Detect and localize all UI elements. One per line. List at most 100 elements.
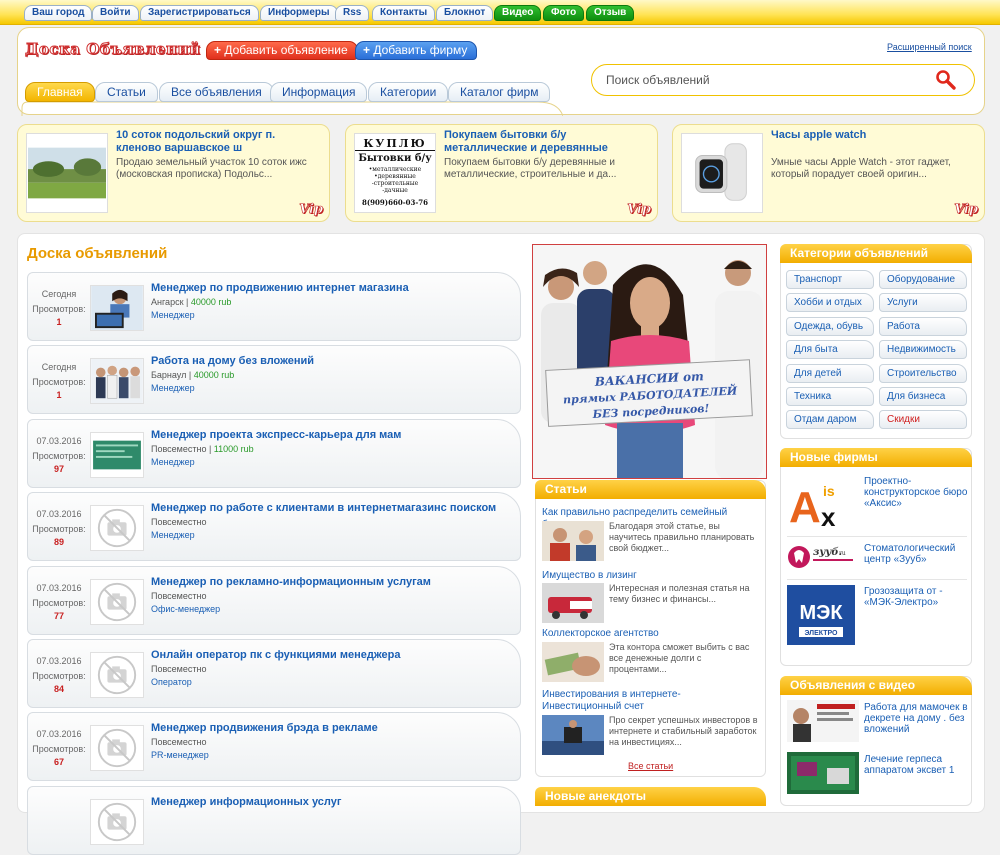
top-link-rss[interactable]: Rss <box>335 5 370 21</box>
mek-logo[interactable]: МЭК ЭЛЕКТРО <box>787 585 855 645</box>
article-collector-image <box>542 642 604 682</box>
top-link-reviews[interactable]: Отзыв <box>586 5 635 21</box>
listing-image[interactable] <box>90 432 144 478</box>
vip-card[interactable]: Часы apple watch Умные часы Apple Watch … <box>672 124 985 222</box>
listing-category[interactable]: Менеджер <box>151 310 195 320</box>
listing-item[interactable]: 07.03.2016 Просмотров: 97 Менеджер проекта … <box>27 419 521 488</box>
listing-item[interactable]: Сегодня Просмотров: 1 Менеджер по продвижен… <box>27 272 521 341</box>
video-thumbnail[interactable] <box>787 700 859 742</box>
views-count: 77 <box>53 611 64 621</box>
listing-title[interactable]: Менеджер по продвижению интернет магазин… <box>151 282 409 294</box>
top-link-city[interactable]: Ваш город <box>24 5 93 21</box>
video-ad-link[interactable]: Лечение герпеса аппаратом эксвет 1 <box>864 754 968 776</box>
category-item[interactable]: Транспорт <box>786 270 874 289</box>
category-item[interactable]: Для быта <box>786 340 874 360</box>
listing-item[interactable]: 07.03.2016 Просмотров: 89 Менеджер по работ… <box>27 492 521 561</box>
svg-text:A: A <box>789 483 821 530</box>
category-item[interactable]: Скидки <box>879 410 967 430</box>
article-link[interactable]: Инвестирования в интернете- Инвестиционн… <box>542 689 762 713</box>
no-photo-icon[interactable] <box>90 579 144 625</box>
views-count: 1 <box>56 317 62 327</box>
listing-item[interactable]: 07.03.2016 Просмотров: 84 Онлайн оператор п… <box>27 639 521 708</box>
no-photo-icon[interactable] <box>90 799 144 845</box>
tab-all-ads[interactable]: Все объявления <box>159 82 274 102</box>
sign-item: •деревянные <box>374 173 416 180</box>
vip-title[interactable]: Часы apple watch <box>771 129 976 142</box>
listing-title[interactable]: Менеджер продвижения брэда в рекламе <box>151 722 378 734</box>
no-photo-icon[interactable] <box>90 505 144 551</box>
firm-separator <box>787 536 967 537</box>
listing-category[interactable]: Менеджер <box>151 457 195 467</box>
listing-title[interactable]: Менеджер по работе с клиентами в интерне… <box>151 502 496 514</box>
listing-title[interactable]: Менеджер информационных услуг <box>151 796 341 808</box>
category-item[interactable]: Для детей <box>786 363 874 383</box>
listing-meta: Повсеместно | 11000 rub <box>151 444 254 454</box>
listing-item[interactable]: 07.03.2016 Просмотров: 77 Менеджер по рекла… <box>27 566 521 635</box>
firm-link[interactable]: Проектно-конструкторское бюро «Аксис» <box>864 476 968 509</box>
listing-category[interactable]: Менеджер <box>151 530 195 540</box>
search-input[interactable] <box>604 70 924 90</box>
firm-separator <box>787 579 967 580</box>
article-description: Эта контора сможет выбить с вас все дене… <box>609 642 750 674</box>
video-thumbnail[interactable] <box>787 752 859 794</box>
category-item[interactable]: Строительство <box>879 363 967 383</box>
add-ad-button[interactable]: + Добавить объявление <box>206 41 358 60</box>
category-item[interactable]: Услуги <box>879 293 967 313</box>
top-link-notepad[interactable]: Блокнот <box>436 5 494 21</box>
add-firm-button[interactable]: + Добавить фирму <box>355 41 478 60</box>
listing-title[interactable]: Работа на дому без вложений <box>151 355 314 367</box>
article-link[interactable]: Имущество в лизинг <box>542 570 762 582</box>
tab-home[interactable]: Главная <box>25 82 95 102</box>
firm-link[interactable]: Стоматологический центр «Зууб» <box>864 543 968 565</box>
top-link-informers[interactable]: Информеры <box>260 5 338 21</box>
search-icon[interactable] <box>934 69 958 91</box>
vip-card[interactable]: КУПЛЮ Бытовки б/у •металлические •деревя… <box>345 124 658 222</box>
top-link-register[interactable]: Зарегистрироваться <box>140 5 259 21</box>
top-nav-bar: Ваш город Войти Зарегистрироваться Инфор… <box>0 0 1000 25</box>
category-item[interactable]: Одежда, обувь <box>786 316 874 336</box>
tab-firm-catalog[interactable]: Каталог фирм <box>448 82 551 102</box>
sign-sub: Бытовки б/у <box>358 153 432 164</box>
vip-card[interactable]: 10 соток подольский округ п. кленово вар… <box>17 124 330 222</box>
axis-logo[interactable]: A x is <box>787 474 855 530</box>
category-item[interactable]: Хобби и отдых <box>786 293 874 313</box>
category-item[interactable]: Работа <box>879 316 967 336</box>
listing-item[interactable]: 07.03.2016 Просмотров: 67 Менеджер продвиже… <box>27 712 521 781</box>
video-ad-link[interactable]: Работа для мамочек в декрете на дому . б… <box>864 702 968 735</box>
vip-title[interactable]: 10 соток подольский округ п. кленово вар… <box>116 129 321 155</box>
listing-category[interactable]: Офис-менеджер <box>151 604 220 614</box>
zuub-logo[interactable]: зууб. ru <box>787 541 855 573</box>
listing-image[interactable] <box>90 285 144 331</box>
listing-category[interactable]: Оператор <box>151 677 192 687</box>
all-articles-link[interactable]: Все статьи <box>628 761 673 771</box>
vip-title[interactable]: Покупаем бытовки б/у металлические и дер… <box>444 129 649 155</box>
listing-title[interactable]: Менеджер по рекламно-информационным услу… <box>151 576 431 588</box>
advanced-search-link[interactable]: Расширенный поиск <box>887 42 972 52</box>
no-photo-icon[interactable] <box>90 652 144 698</box>
category-item[interactable]: Отдам даром <box>786 410 874 430</box>
vacancy-banner[interactable]: ВАКАНСИИ от прямых РАБОТОДАТЕЛЕЙ БЕЗ пос… <box>532 244 767 479</box>
site-logo[interactable]: Доска Объявлений <box>25 40 201 59</box>
article-link[interactable]: Коллекторское агентство <box>542 628 762 640</box>
top-link-contacts[interactable]: Контакты <box>372 5 436 21</box>
tab-info[interactable]: Информация <box>270 82 368 102</box>
top-link-video[interactable]: Видео <box>494 5 542 21</box>
listing-title[interactable]: Менеджер проекта экспресс-карьера для ма… <box>151 429 401 441</box>
category-item[interactable]: Для бизнеса <box>879 387 967 406</box>
category-item[interactable]: Недвижимость <box>879 340 967 360</box>
tab-categories[interactable]: Категории <box>368 82 449 102</box>
listing-category[interactable]: Менеджер <box>151 383 195 393</box>
tab-articles[interactable]: Статьи <box>95 82 158 102</box>
listing-title[interactable]: Онлайн оператор пк с функциями менеджера <box>151 649 400 661</box>
category-item[interactable]: Оборудование <box>879 270 967 289</box>
listing-item[interactable]: Сегодня Просмотров: 1 Работа на дому без вл… <box>27 345 521 414</box>
listing-image[interactable] <box>90 358 144 404</box>
svg-text:ЭЛЕКТРО: ЭЛЕКТРО <box>804 630 838 637</box>
listing-item[interactable]: Менеджер информационных услуг <box>27 786 521 855</box>
top-link-photo[interactable]: Фото <box>543 5 585 21</box>
listing-category[interactable]: PR-менеджер <box>151 750 209 760</box>
firm-link[interactable]: Грозозащита от - «МЭК-Электро» <box>864 586 968 608</box>
category-item[interactable]: Техника <box>786 387 874 406</box>
top-link-login[interactable]: Войти <box>92 5 139 21</box>
no-photo-icon[interactable] <box>90 725 144 771</box>
